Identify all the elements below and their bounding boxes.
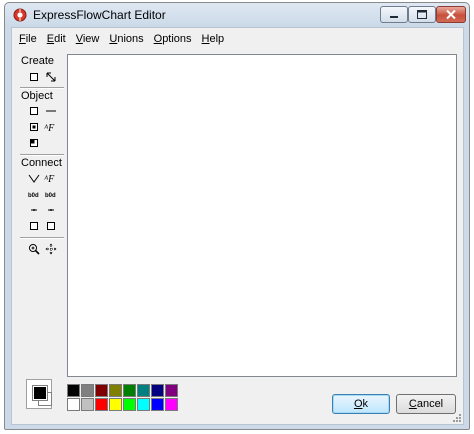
foreground-color-swatch[interactable] — [32, 385, 48, 401]
client-area: File Edit View Unions Options Help Creat… — [11, 27, 464, 425]
flowchart-editor-window: ExpressFlowChart Editor File Edit View U… — [4, 2, 470, 430]
palette-swatch[interactable] — [165, 398, 178, 411]
dest-point-icon[interactable] — [44, 203, 58, 217]
source-arrow-icon[interactable]: b0d — [27, 187, 41, 201]
menu-bar: File Edit View Unions Options Help — [14, 30, 229, 48]
connection-font-icon[interactable]: ᴬF — [44, 171, 58, 185]
source-point-icon[interactable] — [27, 203, 41, 217]
palette-swatch[interactable] — [95, 398, 108, 411]
dest-arrow-icon[interactable]: b0d — [44, 187, 58, 201]
palette-swatch[interactable] — [109, 398, 122, 411]
palette-swatch[interactable] — [165, 384, 178, 397]
palette-swatch[interactable] — [151, 398, 164, 411]
create-group-label: Create — [21, 55, 55, 67]
font-icon[interactable]: ᴬF — [44, 120, 58, 134]
resize-grip-icon[interactable] — [452, 413, 462, 423]
palette-swatch[interactable] — [123, 384, 136, 397]
palette-swatch[interactable] — [137, 384, 150, 397]
palette-swatch[interactable] — [123, 398, 136, 411]
menu-file[interactable]: File — [14, 30, 42, 48]
title-bar[interactable]: ExpressFlowChart Editor — [5, 3, 469, 27]
toolbox-separator — [20, 237, 64, 239]
create-object-tool-icon[interactable] — [27, 70, 41, 84]
ok-button[interactable]: Ok — [332, 394, 390, 414]
palette-swatch[interactable] — [109, 384, 122, 397]
cancel-button[interactable]: Cancel — [396, 394, 456, 414]
minimize-icon — [390, 16, 398, 18]
rectangle-shape-icon[interactable] — [27, 104, 41, 118]
svg-text:ᴬF: ᴬF — [44, 123, 55, 133]
shape-image-icon[interactable] — [27, 120, 41, 134]
create-connection-tool-icon[interactable] — [44, 70, 58, 84]
flowchart-app-icon[interactable] — [13, 8, 27, 22]
palette-swatch[interactable] — [95, 384, 108, 397]
toolbox-separator — [20, 87, 64, 89]
window-title: ExpressFlowChart Editor — [33, 8, 166, 22]
maximize-button[interactable] — [408, 6, 436, 23]
palette-swatch[interactable] — [151, 384, 164, 397]
svg-text:b0d: b0d — [28, 193, 39, 199]
color-palette — [67, 384, 179, 412]
menu-edit[interactable]: Edit — [42, 30, 71, 48]
toolbox-separator — [20, 154, 64, 156]
minimize-button[interactable] — [380, 6, 408, 23]
pan-icon[interactable] — [44, 242, 58, 256]
svg-text:b0d: b0d — [45, 193, 56, 199]
maximize-icon — [417, 10, 427, 19]
menu-options[interactable]: Options — [149, 30, 197, 48]
object-group-label: Object — [21, 90, 53, 102]
connection-style-icon[interactable] — [27, 171, 41, 185]
dest-shape-icon[interactable] — [44, 219, 58, 233]
source-shape-icon[interactable] — [27, 219, 41, 233]
palette-swatch[interactable] — [67, 384, 80, 397]
connect-group-label: Connect — [21, 157, 62, 169]
menu-help[interactable]: Help — [197, 30, 230, 48]
palette-swatch[interactable] — [137, 398, 150, 411]
palette-swatch[interactable] — [67, 398, 80, 411]
close-icon — [446, 9, 456, 20]
close-button[interactable] — [436, 6, 466, 23]
menu-view[interactable]: View — [71, 30, 105, 48]
color-preview[interactable] — [26, 379, 52, 409]
palette-swatch[interactable] — [81, 384, 94, 397]
palette-swatch[interactable] — [81, 398, 94, 411]
svg-text:ᴬF: ᴬF — [44, 174, 55, 184]
zoom-icon[interactable] — [27, 242, 41, 256]
menu-unions[interactable]: Unions — [104, 30, 148, 48]
chart-canvas[interactable] — [67, 54, 457, 377]
fill-color-icon[interactable] — [27, 136, 41, 150]
line-icon[interactable] — [44, 104, 58, 118]
